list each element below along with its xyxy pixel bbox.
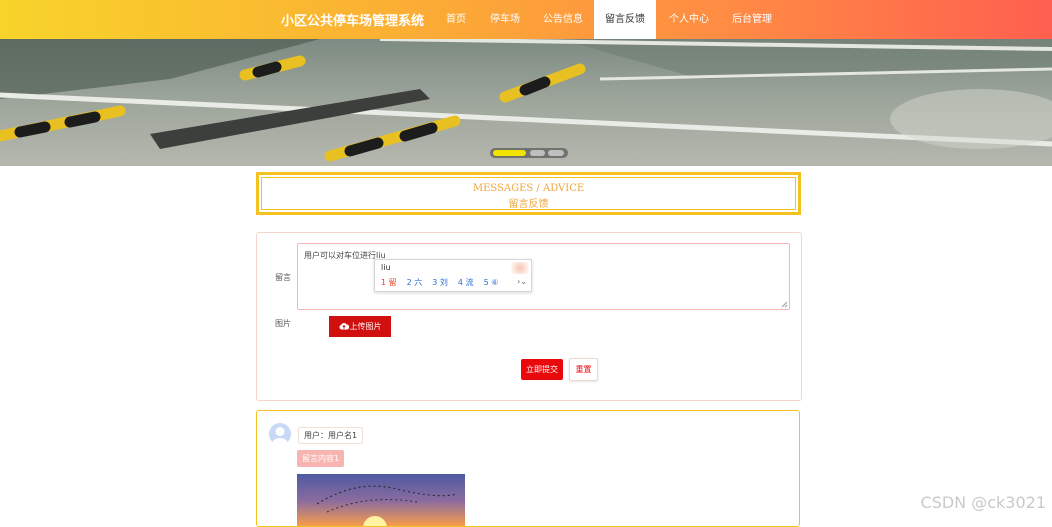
carousel-dot-active[interactable] [493,150,526,156]
upload-button-label: 上传图片 [349,322,382,331]
section-title: MESSAGES / ADVICE 留言反馈 [256,172,801,215]
carousel-dot[interactable] [548,150,564,156]
ime-candidate[interactable]: 5 ⑥ [484,278,499,287]
message-image [297,474,465,526]
ime-skin-icon [511,262,529,274]
ime-candidate[interactable]: 3 刘 [432,278,448,287]
ime-candidate[interactable]: 4 流 [458,278,474,287]
message-textarea[interactable]: 用户可以对车位进行liu [297,243,790,310]
nav-item-admin[interactable]: 后台管理 [722,0,782,39]
submit-button[interactable]: 立即提交 [521,359,563,380]
message-user: 用户：用户名1 [298,427,364,444]
csdn-watermark: CSDN @ck3021 [920,493,1046,512]
user-avatar-icon [272,427,288,445]
app-title: 小区公共停车场管理系统 [281,14,425,29]
avatar [269,423,291,445]
ime-candidate[interactable]: 1 留 [381,278,397,287]
message-list-item: 用户：用户名1 留言内容1 [256,410,800,527]
ime-candidates: 1 留 2 六 3 刘 4 流 5 ⑥ [381,277,508,288]
nav-item-feedback[interactable]: 留言反馈 [594,0,656,39]
top-nav: 小区公共停车场管理系统 首页 停车场 公告信息 留言反馈 个人中心 后台管理 [0,0,1052,39]
nav-item-notices[interactable]: 公告信息 [535,0,591,39]
resize-handle-icon[interactable] [781,301,788,308]
nav-item-profile[interactable]: 个人中心 [660,0,718,39]
parking-photo [0,39,1052,166]
ime-expand-icon[interactable]: ›⌄ [517,277,527,286]
feedback-form: 留言 用户可以对车位进行liu liu 1 留 2 六 3 刘 4 流 5 ⑥ ›⌄ 图… [256,232,802,401]
message-label: 留言 [275,273,291,282]
ime-candidate[interactable]: 2 六 [407,278,423,287]
ime-candidate-popup: liu 1 留 2 六 3 刘 4 流 5 ⑥ ›⌄ [374,259,532,292]
image-label: 图片 [275,319,291,328]
ime-composition: liu [381,263,391,272]
carousel-dot[interactable] [530,150,545,156]
section-title-en: MESSAGES / ADVICE [472,183,585,194]
upload-image-button[interactable]: 上传图片 [329,316,391,337]
nav-item-home[interactable]: 首页 [436,0,476,39]
carousel-banner[interactable] [0,39,1052,166]
carousel-indicators [490,148,568,158]
cloud-upload-icon [339,323,349,330]
reset-button[interactable]: 重置 [569,358,598,381]
sunset-photo [316,485,458,526]
message-content: 留言内容1 [297,450,345,467]
nav-item-parking[interactable]: 停车场 [480,0,530,39]
section-title-cn: 留言反馈 [508,199,549,210]
